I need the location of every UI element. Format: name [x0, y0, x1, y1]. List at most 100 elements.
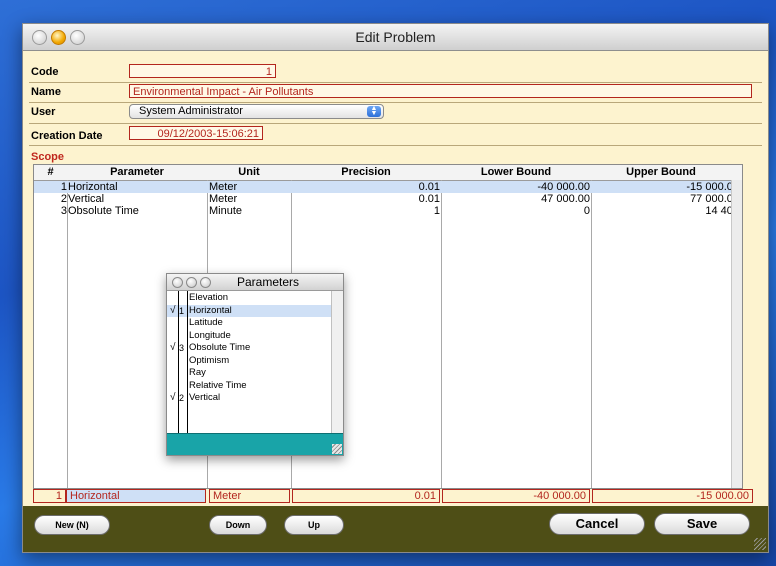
- parameters-footer: [167, 433, 343, 455]
- edit-lower-bound-field[interactable]: -40 000.00: [442, 489, 590, 503]
- edit-upper-bound-field[interactable]: -15 000.00: [592, 489, 753, 503]
- resize-grip-icon[interactable]: [332, 444, 342, 454]
- creation-date-label: Creation Date: [31, 130, 103, 142]
- check-mark: √: [170, 304, 176, 316]
- row-precision: 0.01: [418, 181, 440, 193]
- separator: [29, 102, 762, 103]
- row-number: 1: [60, 181, 67, 193]
- list-item[interactable]: Relative Time: [167, 380, 331, 393]
- table-row[interactable]: 3 Obsolute Time Minute 1 0 14 400: [34, 205, 742, 217]
- separator: [29, 82, 762, 83]
- parameters-window: Parameters Elevation √ 1 Horizontal Lati…: [166, 273, 344, 456]
- code-label: Code: [31, 66, 59, 78]
- row-lower-bound: -40 000.00: [537, 181, 590, 193]
- column-header-number[interactable]: #: [34, 165, 67, 180]
- check-mark: √: [170, 342, 176, 353]
- list-divider: [187, 291, 188, 455]
- parameters-table[interactable]: # Parameter Unit Precision Lower Bound U…: [33, 164, 743, 489]
- item-order: 2: [179, 393, 185, 403]
- row-lower-bound: 0: [583, 205, 590, 217]
- item-name: Vertical: [189, 392, 221, 403]
- row-upper-bound: 77 000.00: [690, 193, 739, 205]
- down-button[interactable]: Down: [209, 515, 267, 535]
- list-item[interactable]: √ 2 Vertical: [167, 392, 331, 405]
- close-window-button[interactable]: [172, 277, 183, 288]
- row-parameter: Horizontal: [68, 181, 118, 193]
- column-header-parameter[interactable]: Parameter: [67, 165, 207, 180]
- column-divider: [67, 180, 68, 488]
- table-scrollbar[interactable]: [731, 180, 742, 488]
- row-number: 2: [60, 193, 67, 205]
- column-divider: [441, 180, 442, 488]
- item-name: Ray: [189, 367, 206, 378]
- table-row[interactable]: 2 Vertical Meter 0.01 47 000.00 77 000.0…: [34, 193, 742, 205]
- row-upper-bound: 14 400: [705, 205, 739, 217]
- item-order: 3: [179, 343, 185, 353]
- user-label: User: [31, 106, 56, 118]
- edit-problem-window: Edit Problem Code 1 Name Environmental I…: [22, 23, 769, 553]
- list-item[interactable]: Longitude: [167, 330, 331, 343]
- row-precision: 1: [433, 205, 440, 217]
- edit-row: 1 Horizontal Meter 0.01 -40 000.00 -15 0…: [33, 489, 753, 504]
- resize-grip-icon[interactable]: [754, 538, 766, 550]
- row-number: 3: [60, 205, 67, 217]
- row-upper-bound: -15 000.00: [686, 181, 739, 193]
- item-name: Elevation: [189, 292, 229, 303]
- cancel-button[interactable]: Cancel: [549, 513, 645, 535]
- column-header-unit[interactable]: Unit: [207, 165, 291, 180]
- zoom-window-button[interactable]: [200, 277, 211, 288]
- name-label: Name: [31, 86, 61, 98]
- item-order: 1: [179, 305, 185, 316]
- user-popup[interactable]: System Administrator ▲ ▼: [129, 104, 384, 119]
- column-header-lower-bound[interactable]: Lower Bound: [441, 165, 591, 180]
- edit-number-field[interactable]: 1: [33, 489, 66, 503]
- code-field[interactable]: 1: [129, 64, 276, 78]
- list-item[interactable]: √ 1 Horizontal: [167, 304, 331, 317]
- separator: [29, 123, 762, 124]
- parameters-scrollbar[interactable]: [331, 291, 343, 433]
- creation-date-field[interactable]: 09/12/2003-15:06:21: [129, 126, 263, 140]
- name-field[interactable]: Environmental Impact - Air Pollutants: [129, 84, 752, 98]
- button-bar: New (N) Down Up Cancel Save: [23, 506, 768, 552]
- list-item[interactable]: Ray: [167, 367, 331, 380]
- title-bar[interactable]: Edit Problem: [23, 24, 768, 51]
- parameters-list[interactable]: Elevation √ 1 Horizontal Latitude Longit…: [167, 291, 331, 433]
- row-parameter: Obsolute Time: [68, 205, 139, 217]
- item-name: Obsolute Time: [189, 342, 251, 353]
- column-divider: [591, 180, 592, 488]
- popup-arrows-icon: ▲ ▼: [367, 105, 381, 117]
- table-header: # Parameter Unit Precision Lower Bound U…: [34, 165, 742, 181]
- check-mark: √: [170, 392, 176, 403]
- parameters-title: Parameters: [236, 275, 300, 289]
- save-button[interactable]: Save: [654, 513, 750, 535]
- up-button[interactable]: Up: [284, 515, 344, 535]
- new-button[interactable]: New (N): [34, 515, 110, 535]
- row-unit: Meter: [209, 193, 238, 205]
- edit-parameter-field[interactable]: Horizontal: [66, 489, 206, 503]
- separator: [29, 145, 762, 146]
- item-name: Optimism: [189, 354, 230, 366]
- item-name: Latitude: [189, 317, 223, 328]
- list-item[interactable]: √ 3 Obsolute Time: [167, 342, 331, 355]
- list-divider: [178, 291, 179, 455]
- edit-precision-field[interactable]: 0.01: [292, 489, 440, 503]
- edit-unit-field[interactable]: Meter: [209, 489, 290, 503]
- row-lower-bound: 47 000.00: [541, 193, 590, 205]
- column-header-precision[interactable]: Precision: [291, 165, 441, 180]
- parameters-title-bar[interactable]: Parameters: [167, 274, 343, 291]
- row-precision: 0.01: [418, 193, 440, 205]
- list-item[interactable]: Elevation: [167, 292, 331, 305]
- minimize-window-button[interactable]: [186, 277, 197, 288]
- window-title: Edit Problem: [355, 29, 436, 45]
- column-header-upper-bound[interactable]: Upper Bound: [591, 165, 731, 180]
- scope-label: Scope: [31, 151, 65, 163]
- user-popup-value: System Administrator: [139, 105, 243, 117]
- row-unit: Minute: [209, 205, 243, 217]
- row-parameter: Vertical: [68, 193, 105, 205]
- list-item[interactable]: Latitude: [167, 317, 331, 330]
- table-row[interactable]: 1 Horizontal Meter 0.01 -40 000.00 -15 0…: [34, 181, 742, 193]
- row-unit: Meter: [209, 181, 238, 193]
- list-item[interactable]: Optimism: [167, 355, 331, 368]
- item-name: Horizontal: [189, 304, 232, 316]
- item-name: Longitude: [189, 329, 231, 341]
